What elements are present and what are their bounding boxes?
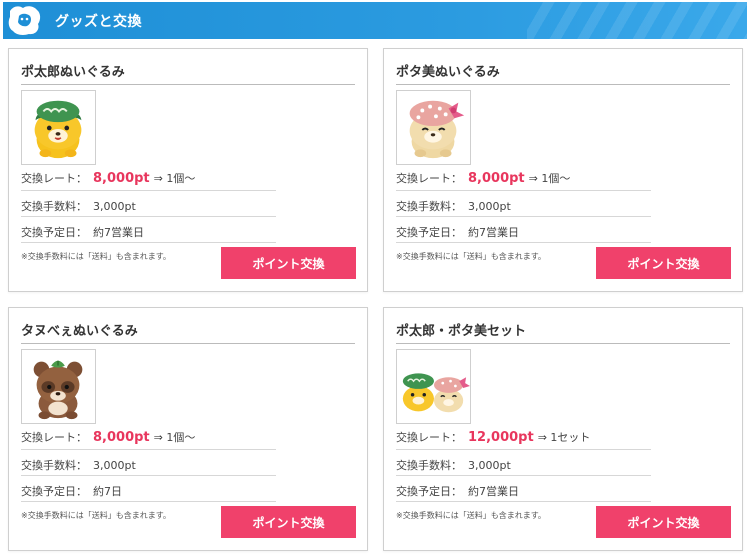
schedule-value: 約7日 [93, 485, 122, 498]
exchange-rate-row: 交換レート： 12,000pt ⇒ 1セット [396, 429, 651, 445]
schedule-value: 約7営業日 [468, 226, 519, 239]
tanubee-plush-image [21, 349, 96, 424]
quantity-value: 1個～ [166, 431, 196, 444]
mascot-logo-icon [7, 4, 43, 37]
fee-row: 交換手数料： 3,000pt [396, 457, 651, 473]
schedule-row: 交換予定日： 約7営業日 [396, 224, 651, 240]
arrow-glyph: ⇒ [153, 431, 163, 444]
exchange-points-button[interactable]: ポイント交換 [596, 506, 731, 538]
row-divider [396, 475, 651, 476]
card-title: ポ太郎ぬいぐるみ [21, 65, 125, 80]
fee-value: 3,000pt [93, 200, 136, 213]
quantity-value: 1セット [550, 431, 591, 444]
schedule-label: 交換予定日： [396, 485, 462, 498]
points-value: 8,000pt [93, 171, 150, 186]
potaro-potami-set-image [396, 349, 471, 424]
goods-card-set: ポ太郎・ポタ美セット 交換レート： 12,000pt ⇒ 1セット 交換手数料： 3,… [383, 307, 743, 551]
schedule-value: 約7営業日 [468, 485, 519, 498]
points-value: 12,000pt [468, 430, 534, 445]
title-divider [396, 343, 730, 344]
card-title: ポタ美ぬいぐるみ [396, 65, 500, 80]
rate-label: 交換レート： [21, 172, 87, 185]
goods-card-tanubee: タヌべぇぬいぐるみ 交換レート： 8,000pt ⇒ 1個～ 交換手数料： 3,000… [8, 307, 368, 551]
shipping-note: ※交換手数料には「送料」も含まれます。 [396, 252, 546, 261]
card-title: ポ太郎・ポタ美セット [396, 324, 527, 339]
section-header: グッズと交換 [3, 2, 747, 39]
schedule-label: 交換予定日： [396, 226, 462, 239]
potami-plush-image [396, 90, 471, 165]
schedule-value: 約7営業日 [93, 226, 144, 239]
quantity-value: 1個～ [166, 172, 196, 185]
goods-card-potami: ポタ美ぬいぐるみ 交換レート： 8,000pt ⇒ 1個～ 交換手数料： 3,000p… [383, 48, 743, 292]
row-divider [21, 190, 276, 191]
fee-value: 3,000pt [93, 459, 136, 472]
fee-label: 交換手数料： [21, 459, 87, 472]
exchange-rate-row: 交換レート： 8,000pt ⇒ 1個～ [396, 170, 651, 186]
quantity-value: 1個～ [541, 172, 571, 185]
exchange-rate-row: 交換レート： 8,000pt ⇒ 1個～ [21, 429, 276, 445]
fee-value: 3,000pt [468, 200, 511, 213]
exchange-points-button[interactable]: ポイント交換 [221, 247, 356, 279]
row-divider [21, 475, 276, 476]
arrow-glyph: ⇒ [528, 172, 538, 185]
goods-card-potaro: ポ太郎ぬいぐるみ 交換レート： 8,000pt ⇒ 1個～ 交換手数料： 3,000p… [8, 48, 368, 292]
exchange-points-button[interactable]: ポイント交換 [596, 247, 731, 279]
rate-label: 交換レート： [396, 431, 462, 444]
card-title: タヌべぇぬいぐるみ [21, 324, 138, 339]
title-divider [396, 84, 730, 85]
exchange-rate-row: 交換レート： 8,000pt ⇒ 1個～ [21, 170, 276, 186]
row-divider [396, 242, 651, 243]
potaro-plush-image [21, 90, 96, 165]
fee-row: 交換手数料： 3,000pt [21, 198, 276, 214]
arrow-glyph: ⇒ [537, 431, 547, 444]
fee-label: 交換手数料： [396, 459, 462, 472]
points-value: 8,000pt [468, 171, 525, 186]
fee-label: 交換手数料： [396, 200, 462, 213]
schedule-label: 交換予定日： [21, 485, 87, 498]
exchange-points-button[interactable]: ポイント交換 [221, 506, 356, 538]
schedule-label: 交換予定日： [21, 226, 87, 239]
shipping-note: ※交換手数料には「送料」も含まれます。 [21, 511, 171, 520]
row-divider [396, 449, 651, 450]
schedule-row: 交換予定日： 約7営業日 [21, 224, 276, 240]
fee-row: 交換手数料： 3,000pt [21, 457, 276, 473]
shipping-note: ※交換手数料には「送料」も含まれます。 [21, 252, 171, 261]
rate-label: 交換レート： [21, 431, 87, 444]
page-title: グッズと交換 [55, 14, 142, 30]
row-divider [396, 501, 651, 502]
row-divider [396, 216, 651, 217]
title-divider [21, 84, 355, 85]
shipping-note: ※交換手数料には「送料」も含まれます。 [396, 511, 546, 520]
fee-row: 交換手数料： 3,000pt [396, 198, 651, 214]
row-divider [396, 190, 651, 191]
row-divider [21, 449, 276, 450]
fee-label: 交換手数料： [21, 200, 87, 213]
row-divider [21, 216, 276, 217]
row-divider [21, 501, 276, 502]
row-divider [21, 242, 276, 243]
fee-value: 3,000pt [468, 459, 511, 472]
arrow-glyph: ⇒ [153, 172, 163, 185]
schedule-row: 交換予定日： 約7日 [21, 483, 276, 499]
points-value: 8,000pt [93, 430, 150, 445]
schedule-row: 交換予定日： 約7営業日 [396, 483, 651, 499]
rate-label: 交換レート： [396, 172, 462, 185]
title-divider [21, 343, 355, 344]
